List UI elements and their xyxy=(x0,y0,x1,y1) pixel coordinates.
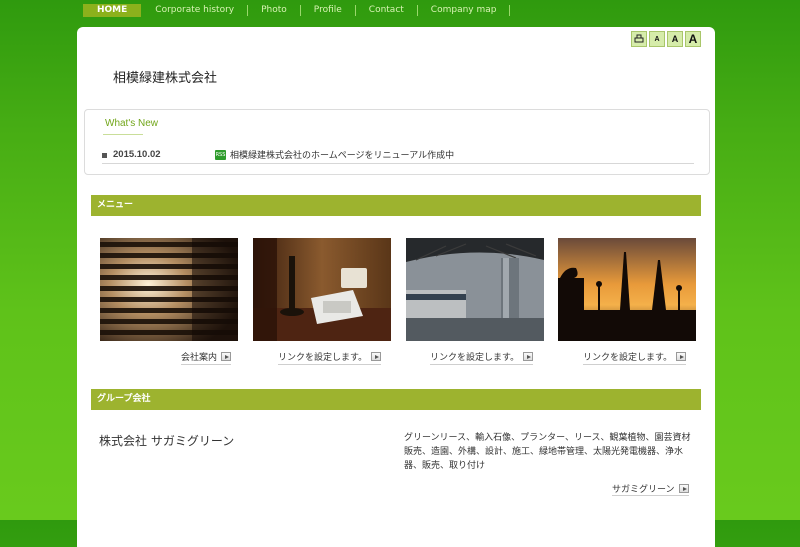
arrow-right-icon xyxy=(221,352,232,361)
menu-link-label: リンクを設定します。 xyxy=(278,353,368,363)
group-link-label: サガミグリーン xyxy=(612,485,675,495)
nav-home[interactable]: HOME xyxy=(83,4,142,17)
nav-corporate-history[interactable]: Corporate history xyxy=(142,5,249,16)
font-size-medium-button[interactable]: A xyxy=(667,31,683,47)
menu-link-company[interactable]: 会社案内 xyxy=(181,350,232,365)
whats-new-box: What's New 2015.10.02 RSS 相模緑建株式会社のホームペー… xyxy=(84,109,710,175)
menu-link-label: リンクを設定します。 xyxy=(583,353,673,363)
arrow-right-icon xyxy=(371,352,382,361)
nav-contact[interactable]: Contact xyxy=(356,5,418,16)
arrow-right-icon xyxy=(676,352,687,361)
nav-photo[interactable]: Photo xyxy=(248,5,301,16)
group-company-name: 株式会社 サガミグリーン xyxy=(99,434,235,448)
top-navigation: HOME Corporate history Photo Profile Con… xyxy=(83,3,511,18)
group-company-description: グリーンリース、輸入石像、プランター、リース、観葉植物、園芸資材販売、造園、外構… xyxy=(404,433,691,471)
nav-company-map[interactable]: Company map xyxy=(418,5,511,16)
nav-profile[interactable]: Profile xyxy=(301,5,356,16)
font-size-controls: A A A xyxy=(631,31,701,47)
new-icon: RSS xyxy=(215,149,226,160)
heading-underline xyxy=(103,134,143,135)
font-size-small-button[interactable]: A xyxy=(649,31,665,47)
news-date: 2015.10.02 xyxy=(113,149,161,160)
print-icon[interactable] xyxy=(631,31,647,47)
main-panel: A A A 相模緑建株式会社 What's New 2015.10.02 RSS… xyxy=(77,27,715,547)
menu-link-2[interactable]: リンクを設定します。 xyxy=(278,350,382,365)
menu-link-label: リンクを設定します。 xyxy=(430,353,520,363)
news-link[interactable]: 相模緑建株式会社のホームページをリニューアル作成中 xyxy=(230,148,454,161)
font-size-large-button[interactable]: A xyxy=(685,31,701,47)
paris-sunset-photo[interactable] xyxy=(558,238,696,341)
site-title[interactable]: 相模緑建株式会社 xyxy=(113,67,217,86)
whats-new-heading: What's New xyxy=(105,118,159,129)
arrow-right-icon xyxy=(523,352,534,361)
news-item: 2015.10.02 RSS 相模緑建株式会社のホームページをリニューアル作成中 xyxy=(102,146,694,164)
window-blinds-photo[interactable] xyxy=(100,238,238,341)
train-station-photo[interactable] xyxy=(406,238,544,341)
arrow-right-icon xyxy=(678,484,689,493)
group-company-link[interactable]: サガミグリーン xyxy=(612,482,689,496)
menu-section-header: メニュー xyxy=(91,195,701,216)
bullet-icon xyxy=(102,152,107,158)
menu-link-3[interactable]: リンクを設定します。 xyxy=(430,350,534,365)
group-section-header: グループ会社 xyxy=(91,389,701,410)
menu-link-4[interactable]: リンクを設定します。 xyxy=(583,350,687,365)
menu-link-label: 会社案内 xyxy=(181,353,218,363)
telephone-lamp-photo[interactable] xyxy=(253,238,391,341)
